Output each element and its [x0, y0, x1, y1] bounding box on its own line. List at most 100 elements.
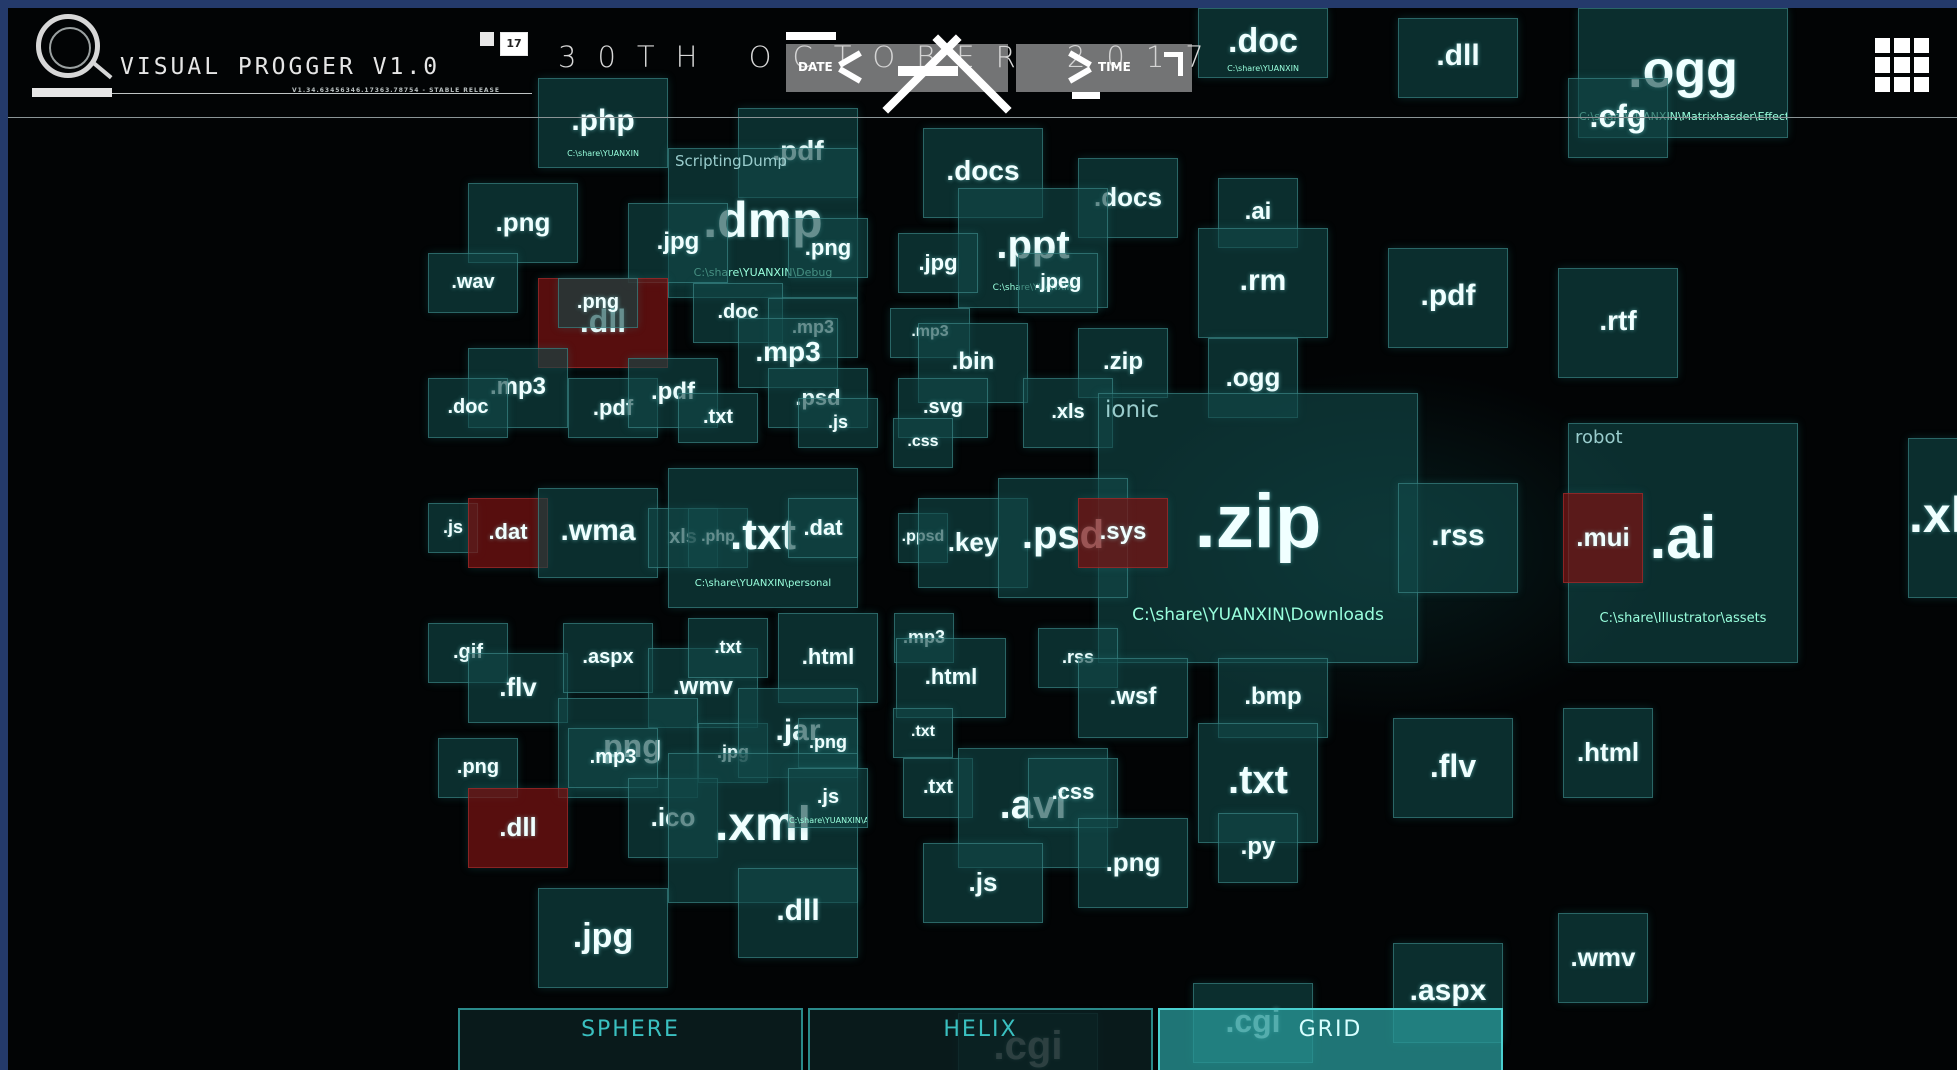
- file-card-extension: .zip: [1103, 348, 1143, 375]
- file-card[interactable]: .rss: [1398, 483, 1518, 593]
- file-card[interactable]: .flv: [1393, 718, 1513, 818]
- file-card-extension: .mp3: [589, 746, 637, 768]
- file-card-extension: .css: [907, 433, 939, 450]
- file-card-extension: .txt: [703, 406, 733, 428]
- app-version: V1.34.63456346.17363.78754 - STABLE RELE…: [292, 87, 500, 94]
- file-card-extension: .ai: [1244, 198, 1272, 225]
- file-card-extension: .dat: [803, 515, 843, 540]
- file-card[interactable]: .png: [468, 183, 578, 263]
- helix-mode-button[interactable]: HELIX: [808, 1008, 1153, 1070]
- file-card[interactable]: .wav: [428, 253, 518, 313]
- file-card[interactable]: .html: [1563, 708, 1653, 798]
- file-card-extension: .js: [968, 867, 998, 897]
- file-card-extension: .png: [1105, 847, 1161, 877]
- visualization-stage: .doc C:\share\YUANXIN .dll .ogg C:\share\YUA…: [8, 8, 1957, 1070]
- file-card-extension: .dll: [499, 812, 537, 842]
- file-card-extension: .bin: [951, 348, 995, 375]
- file-card-extension: .png: [809, 732, 847, 752]
- file-card[interactable]: .js: [923, 843, 1043, 923]
- file-card[interactable]: .html: [896, 638, 1006, 718]
- file-card[interactable]: .txt: [688, 618, 768, 678]
- file-card-extension: .aspx: [582, 646, 634, 668]
- file-card[interactable]: .wsf: [1078, 658, 1188, 738]
- calendar-icon: [480, 32, 494, 46]
- file-card-path: C:\share\YUANXIN\personal: [694, 578, 832, 589]
- file-card[interactable]: .jpeg: [1018, 253, 1098, 313]
- app-title: VISUAL PROGGER V1.0: [120, 54, 441, 80]
- file-card-extension: .bmp: [1244, 683, 1302, 710]
- file-card[interactable]: .dll: [738, 868, 858, 958]
- file-card[interactable]: .xls: [1908, 438, 1957, 598]
- day-badge: 17: [500, 32, 528, 56]
- file-card-path: C:\share\YUANXIN\Downloads: [1132, 605, 1384, 625]
- file-card-extension: .mui: [1576, 522, 1630, 552]
- logo-bar: [32, 88, 112, 97]
- file-card-extension: .wsf: [1109, 683, 1157, 710]
- file-card-extension: .pdf: [1420, 279, 1476, 312]
- date-tag-bar: [786, 32, 836, 40]
- file-card-extension: .doc: [447, 396, 489, 418]
- file-card-extension: .css: [1051, 779, 1095, 804]
- file-card[interactable]: .wma: [538, 488, 658, 578]
- file-card[interactable]: .js C:\share\YUANXIN\Assets\js: [788, 768, 868, 828]
- file-card-extension: .flv: [1429, 748, 1477, 784]
- file-card[interactable]: .rm: [1198, 228, 1328, 338]
- file-card[interactable]: .dll: [468, 788, 568, 868]
- file-card-path: C:\share\YUANXIN: [567, 149, 639, 158]
- file-card[interactable]: .wmv: [1558, 913, 1648, 1003]
- file-card-extension: .wma: [560, 514, 636, 547]
- file-card-extension: .png: [804, 235, 852, 260]
- logo-handle: [91, 60, 113, 80]
- file-card-extension: .flv: [499, 672, 537, 702]
- grid-menu-icon[interactable]: [1875, 38, 1929, 92]
- file-card[interactable]: .py: [1218, 813, 1298, 883]
- file-card-extension: .sys: [1099, 518, 1147, 545]
- file-card[interactable]: .flv: [468, 653, 568, 723]
- file-card-extension: .jpeg: [1034, 271, 1082, 293]
- file-card-extension: .js: [816, 786, 840, 808]
- file-card-extension: .jpg: [918, 250, 958, 275]
- logo-magnifier-icon: [36, 14, 100, 78]
- time-tag-label: TIME: [1098, 60, 1131, 74]
- sphere-mode-label: SPHERE: [581, 1017, 680, 1042]
- file-card-extension: .wav: [451, 271, 495, 293]
- file-card-extension: .rss: [1431, 519, 1485, 552]
- file-card-extension: .html: [801, 644, 855, 669]
- file-card[interactable]: .dat: [468, 498, 548, 568]
- file-card[interactable]: .png: [558, 278, 638, 328]
- file-card[interactable]: .txt: [893, 708, 953, 758]
- grid-mode-label: GRID: [1298, 1017, 1363, 1042]
- file-card-extension: .txt: [1228, 758, 1288, 802]
- file-card-extension: .svg: [922, 396, 964, 418]
- file-card[interactable]: .png: [788, 218, 868, 278]
- file-card-extension: .png: [576, 291, 620, 313]
- file-card[interactable]: .js: [798, 398, 878, 448]
- file-card[interactable]: .jpg: [628, 203, 728, 283]
- file-card-tag: ScriptingDump: [675, 152, 787, 170]
- grid-mode-button[interactable]: GRID: [1158, 1008, 1503, 1070]
- file-card-tag: ionic: [1105, 397, 1160, 423]
- file-card-extension: .dll: [776, 894, 820, 927]
- file-card[interactable]: .aspx: [563, 623, 653, 693]
- header-divider: [8, 117, 1957, 118]
- file-card-path: C:\share\YUANXIN\Assets\js: [789, 816, 867, 825]
- file-card[interactable]: .sys: [1078, 498, 1168, 568]
- file-card-extension: .xls: [1909, 487, 1957, 543]
- file-card-extension: .js: [827, 412, 848, 432]
- file-card[interactable]: .png: [1078, 818, 1188, 908]
- file-card[interactable]: .css: [893, 418, 953, 468]
- file-card-tag: robot: [1575, 427, 1623, 448]
- file-card[interactable]: .txt: [678, 393, 758, 443]
- file-card[interactable]: .doc: [428, 378, 508, 438]
- file-card[interactable]: .jpg: [898, 233, 978, 293]
- file-card-extension: .rm: [1239, 264, 1287, 297]
- date-tag-label: DATE: [798, 60, 833, 74]
- helix-mode-label: HELIX: [943, 1017, 1018, 1042]
- file-card[interactable]: .rtf: [1558, 268, 1678, 378]
- file-card[interactable]: .pdf: [1388, 248, 1508, 348]
- file-card[interactable]: .jpg: [538, 888, 668, 988]
- file-card[interactable]: .mui: [1563, 493, 1643, 583]
- file-card[interactable]: .dat: [788, 498, 858, 558]
- file-card-extension: .txt: [714, 637, 742, 657]
- sphere-mode-button[interactable]: SPHERE: [458, 1008, 803, 1070]
